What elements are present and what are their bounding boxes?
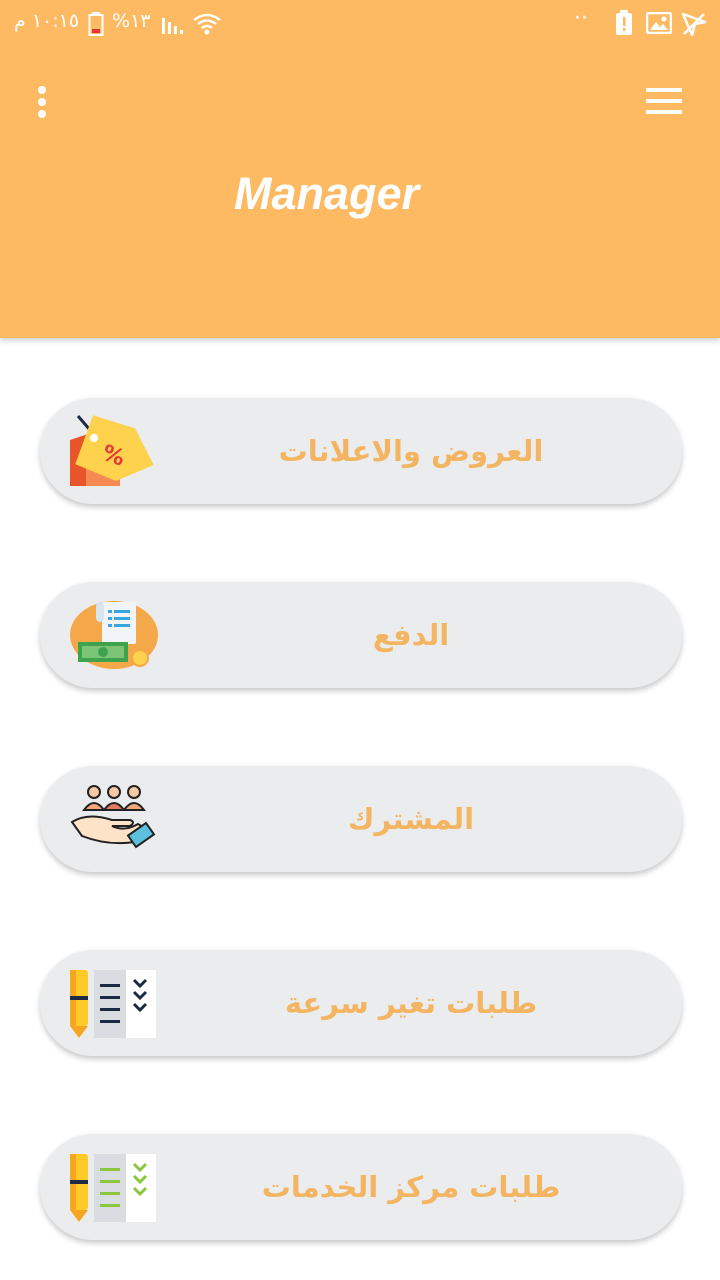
speed-change-requests-label: طلبات تغير سرعة — [284, 986, 538, 1020]
payment-label: الدفع — [372, 618, 450, 652]
checklist-pencil-icon — [68, 964, 160, 1042]
more-vertical-icon[interactable] — [30, 84, 54, 120]
offers-ads-button[interactable]: % العروض والاعلانات — [40, 398, 682, 504]
speed-change-requests-button[interactable]: طلبات تغير سرعة — [40, 950, 682, 1056]
battery-icon — [88, 12, 104, 41]
subscribers-hand-icon — [68, 780, 160, 858]
subscriber-button[interactable]: المشترك — [40, 766, 682, 872]
battery-percent: %١٣ — [112, 10, 151, 32]
hamburger-menu-icon[interactable] — [644, 86, 684, 116]
location-off-icon — [680, 10, 708, 43]
status-time: ١٠:١٥ م — [14, 10, 80, 32]
battery-alert-icon — [614, 10, 634, 41]
page-title: Manager — [234, 168, 420, 219]
status-bar: ١٠:١٥ م %١٣ ·· — [0, 0, 720, 50]
discount-tag-icon: % — [68, 412, 160, 490]
subscriber-label: المشترك — [347, 802, 475, 836]
app-header: ١٠:١٥ م %١٣ ·· Manager — [0, 0, 720, 338]
service-center-requests-label: طلبات مركز الخدمات — [261, 1170, 561, 1204]
checklist-pencil-green-icon — [68, 1148, 160, 1226]
notification-dots: ·· — [574, 6, 588, 31]
payment-button[interactable]: الدفع — [40, 582, 682, 688]
signal-icon — [162, 14, 186, 39]
offers-ads-label: العروض والاعلانات — [278, 434, 544, 468]
image-icon — [645, 11, 673, 39]
payment-bill-icon — [68, 596, 160, 674]
wifi-icon — [192, 12, 222, 41]
service-center-requests-button[interactable]: طلبات مركز الخدمات — [40, 1134, 682, 1240]
